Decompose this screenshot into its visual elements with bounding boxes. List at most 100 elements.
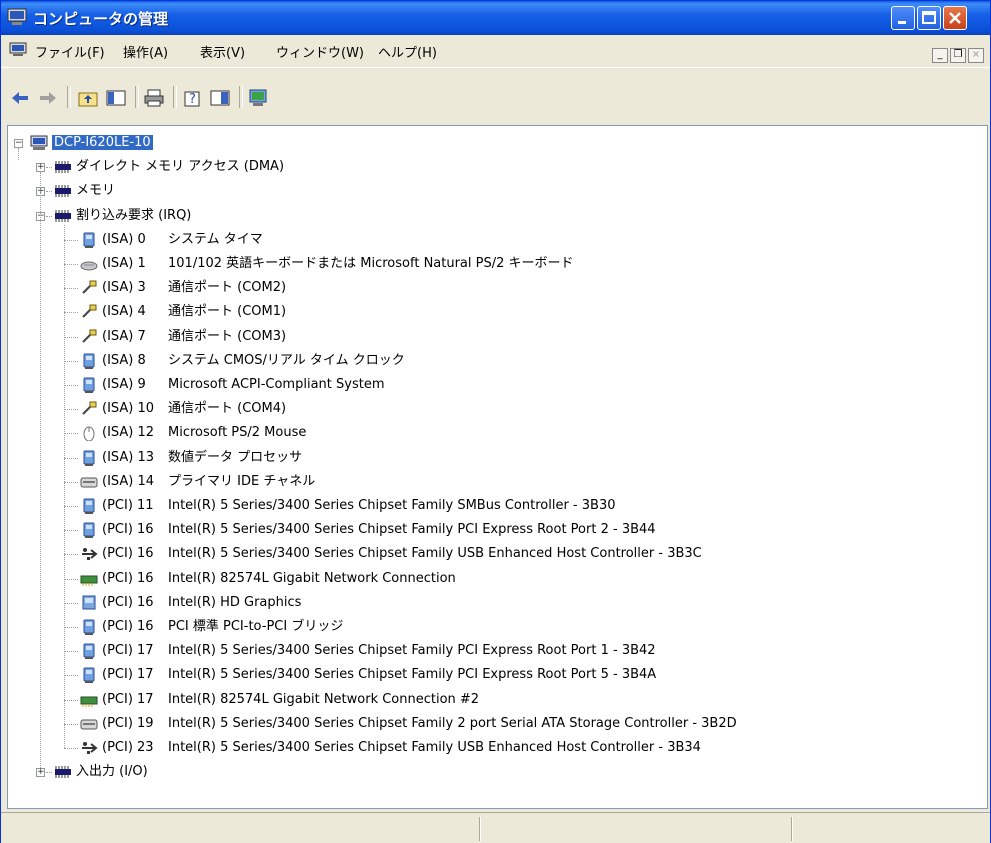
device-name[interactable]: 通信ポート (COM3) [168,326,286,348]
irq-resource: (ISA) 8 [102,352,146,368]
tree-connector [64,651,78,653]
tree-connector [64,699,78,701]
selected-node-label: DCP-I620LE-10 [52,135,153,150]
device-name[interactable]: プライマリ IDE チャネル [168,471,315,493]
irq-resource: (PCI) 11 [102,498,154,513]
device-name[interactable]: Intel(R) 82574L Gigabit Network Connecti… [168,568,456,590]
mdi-close-button[interactable]: × [968,48,984,63]
show-hide-console-tree-icon[interactable] [105,88,127,108]
device-name[interactable]: システム タイマ [168,229,263,251]
status-bar [1,812,990,843]
tree-connector [64,433,78,435]
irq-resource: (ISA) 1 [102,256,146,271]
toolbar: ? [1,67,990,124]
device-tree[interactable]: − DCP-I620LE-10 + ダイレクト メモリ アクセス (DMA) + メモリ −… [7,125,988,809]
device-name[interactable]: Intel(R) 5 Series/3400 Series Chipset Fa… [168,519,656,541]
irq-resource: (PCI) 17 [102,643,154,659]
device-name[interactable]: システム CMOS/リアル タイム クロック [168,350,405,372]
port-icon [82,280,97,294]
maximize-button[interactable] [917,6,941,30]
computer-management-icon [9,42,27,56]
menu-action[interactable]: 操作(A) [123,42,168,61]
menu-view[interactable]: 表示(V) [200,42,245,61]
tree-root-computer[interactable]: DCP-I620LE-10 [52,132,153,154]
irq-resource: (PCI) 16 [102,546,154,562]
irq-resource: (PCI) 17 [102,691,154,707]
usb-icon [82,742,98,754]
menu-file[interactable]: ファイル(F) [35,42,105,61]
system-device-icon [83,450,95,466]
device-name[interactable]: Microsoft PS/2 Mouse [168,422,306,444]
mdi-minimize-button[interactable]: _ [932,48,948,63]
tree-category[interactable]: 割り込み要求 (IRQ) [76,205,191,227]
device-name[interactable]: Microsoft ACPI-Compliant System [168,374,384,396]
tree-connector [64,264,78,265]
tree-connector [64,723,78,725]
system-device-icon [83,522,95,539]
device-name[interactable]: Intel(R) 5 Series/3400 Series Chipset Fa… [168,713,737,735]
collapse-toggle[interactable]: − [14,139,23,148]
device-name[interactable]: Intel(R) 82574L Gigabit Network Connecti… [168,689,479,711]
forward-arrow-icon[interactable] [37,88,59,108]
up-level-icon[interactable] [77,88,99,108]
show-hide-action-pane-icon[interactable] [209,88,231,108]
tree-category[interactable]: メモリ [76,180,115,202]
tree-connector [64,409,78,411]
menu-bar: ファイル(F) 操作(A) 表示(V) ウィンドウ(W) ヘルプ(H) _ ❐ × [1,35,990,65]
usb-icon [82,548,98,561]
device-name[interactable]: Intel(R) HD Graphics [168,592,301,614]
maximize-icon [922,11,936,24]
properties-help-icon[interactable]: ? [181,88,203,108]
title-bar[interactable]: コンピュータの管理 [1,1,990,35]
system-device-icon [83,498,95,514]
computer-management-window: コンピュータの管理 ファイル(F) 操作(A) 表示(V) ウィンドウ(W) ヘ… [0,0,991,843]
keyboard-icon [80,261,98,271]
menu-help[interactable]: ヘルプ(H) [378,42,437,61]
memory-chip-icon [55,185,71,198]
mdi-restore-button[interactable]: ❐ [950,48,966,63]
menu-window[interactable]: ウィンドウ(W) [276,42,364,61]
irq-resource: (PCI) 16 [102,619,154,634]
computer-management-icon [7,8,27,25]
expand-toggle[interactable]: + [36,768,45,778]
network-adapter-icon [80,696,98,707]
tree-connector [64,506,78,507]
expand-toggle[interactable]: + [36,163,45,173]
device-name[interactable]: 101/102 英語キーボードまたは Microsoft Natural PS/… [168,253,574,275]
minimize-button[interactable] [891,6,915,30]
ide-controller-icon [80,719,98,730]
device-name[interactable]: PCI 標準 PCI-to-PCI ブリッジ [168,616,343,638]
tree-connector [64,748,78,749]
device-name[interactable]: Intel(R) 5 Series/3400 Series Chipset Fa… [168,495,615,517]
close-button[interactable] [943,6,967,30]
system-device-icon [83,353,95,369]
irq-resource: (ISA) 3 [102,280,146,296]
device-name[interactable]: Intel(R) 5 Series/3400 Series Chipset Fa… [168,737,701,759]
status-divider [479,817,481,841]
close-icon [949,12,961,24]
tree-connector [64,224,65,748]
back-arrow-icon[interactable] [9,88,31,108]
tree-connector [64,627,78,628]
device-name[interactable]: Intel(R) 5 Series/3400 Series Chipset Fa… [168,664,656,686]
toolbar-separator [173,86,177,108]
system-device-icon [83,232,95,248]
tree-category[interactable]: ダイレクト メモリ アクセス (DMA) [76,156,284,178]
tree-connector [64,336,78,338]
device-name[interactable]: Intel(R) 5 Series/3400 Series Chipset Fa… [168,543,702,565]
irq-resource: (ISA) 0 [102,231,146,247]
memory-chip-icon [55,766,71,779]
device-name[interactable]: 通信ポート (COM1) [168,301,286,323]
system-device-icon [83,619,95,635]
port-icon [82,304,97,319]
memory-chip-icon [55,161,71,174]
device-name[interactable]: 通信ポート (COM2) [168,277,286,299]
device-name[interactable]: 数値データ プロセッサ [168,447,302,469]
device-name[interactable]: 通信ポート (COM4) [168,398,286,420]
device-name[interactable]: Intel(R) 5 Series/3400 Series Chipset Fa… [168,640,656,662]
irq-resource: (ISA) 4 [102,304,146,320]
device-manager-icon[interactable] [247,88,269,108]
tree-category[interactable]: 入出力 (I/O) [76,761,148,783]
print-icon[interactable] [143,88,165,108]
status-divider [791,817,793,841]
